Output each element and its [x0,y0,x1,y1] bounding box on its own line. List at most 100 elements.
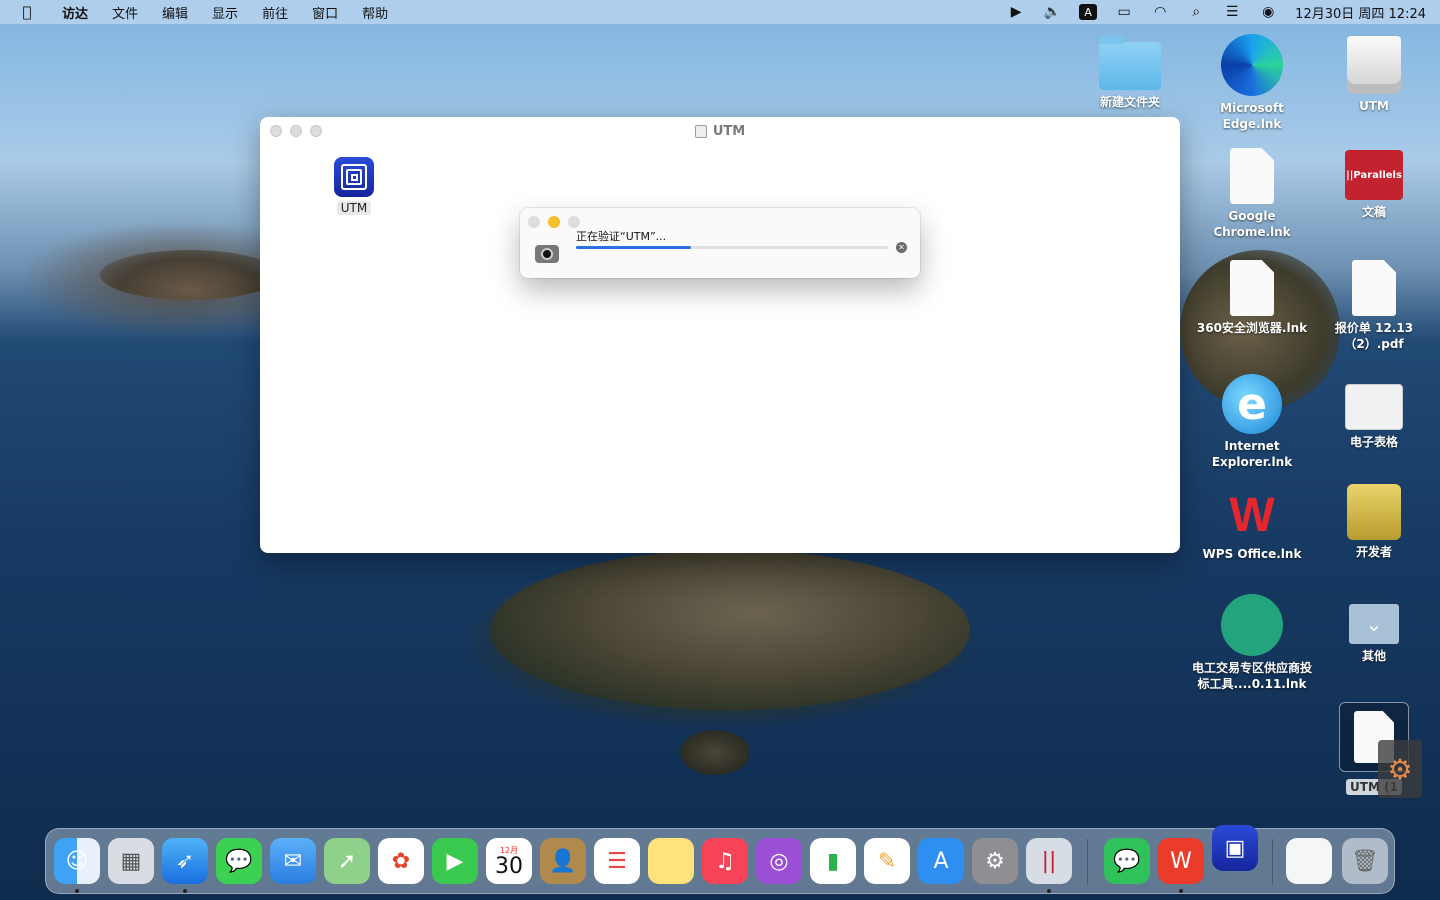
wallpaper-rock [680,730,750,775]
wps-icon: W [1229,488,1275,542]
dialog-zoom-button[interactable] [568,216,580,228]
trade-tool-icon [1221,594,1283,656]
desktop-label: 电工交易专区供应商投标工具....0.11.lnk [1192,661,1313,691]
wifi-icon[interactable]: ◠ [1151,4,1169,20]
desktop-label: 新建文件夹 [1099,95,1160,109]
menu-go[interactable]: 前往 [262,3,288,22]
battery-icon[interactable]: ▭ [1115,4,1133,20]
menu-clock[interactable]: 12月30日 周四 12:24 [1295,3,1426,22]
mail-icon[interactable]: ✉ [270,838,316,884]
podcasts-icon[interactable]: ◎ [756,838,802,884]
trash-icon[interactable]: 🗑 [1342,838,1388,884]
desktop-chrome[interactable]: Google Chrome.lnk [1192,148,1312,240]
desktop-label: 360安全浏览器.lnk [1196,321,1308,335]
calendar-day: 30 [495,853,523,879]
wallpaper-island-left [100,250,280,300]
menu-view[interactable]: 显示 [212,3,238,22]
menu-edit[interactable]: 编辑 [162,3,188,22]
desktop-label: Google Chrome.lnk [1213,209,1291,239]
desktop-parallels-docs[interactable]: ||Parallels 文稿 [1314,150,1434,220]
app-store-icon[interactable]: A [918,838,964,884]
reminders-icon[interactable]: ☰ [594,838,640,884]
desktop-label: 开发者 [1355,545,1392,559]
desktop-label: 文稿 [1361,205,1386,219]
desktop-label: 电子表格 [1349,435,1398,449]
desktop-label: WPS Office.lnk [1202,547,1302,561]
menu-file[interactable]: 文件 [112,3,138,22]
finder-window: UTM UTM [260,117,1180,553]
dock-separator [1272,839,1273,885]
siri-icon[interactable]: ◉ [1259,4,1277,20]
maps-icon[interactable]: ➚ [324,838,370,884]
utm-app-file[interactable]: UTM [328,157,380,216]
verify-progress-bar [576,246,888,249]
safari-icon[interactable]: ➶ [162,838,208,884]
finder-titlebar[interactable]: UTM [260,117,1180,145]
document-icon [1230,260,1274,316]
running-indicator [183,889,187,893]
desktop-wps[interactable]: W WPS Office.lnk [1192,488,1312,562]
utm-app-label: UTM [336,201,372,215]
dialog-minimize-button[interactable] [548,216,560,228]
parallels-desktop-icon[interactable]: || [1026,838,1072,884]
utm-app-icon[interactable] [334,157,374,197]
menu-window[interactable]: 窗口 [312,3,338,22]
volume-icon[interactable]: 🔈 [1043,4,1061,20]
desktop-other-stack[interactable]: ⌄ 其他 [1314,604,1434,664]
facetime-icon[interactable]: ▶ [432,838,478,884]
messages-icon[interactable]: 💬 [216,838,262,884]
numbers-icon[interactable]: ▮ [810,838,856,884]
desktop-label: UTM [1359,99,1389,113]
input-method-icon[interactable]: A [1079,4,1098,20]
desktop-developer[interactable]: 开发者 [1314,484,1434,560]
dialog-close-button[interactable] [528,216,540,228]
desktop-360-browser[interactable]: 360安全浏览器.lnk [1192,260,1312,336]
downloads-stack-icon[interactable] [1286,838,1332,884]
finder-icon[interactable]: ☺ [54,838,100,884]
calendar-icon[interactable]: 12月 30 [486,838,532,884]
utm-dock-icon[interactable]: ▣ [1212,825,1258,871]
window-title: UTM [260,124,1180,139]
developer-icon [1347,484,1401,540]
desktop-label: Internet Explorer.lnk [1211,439,1293,469]
desktop-utm-disk[interactable]: UTM [1314,36,1434,114]
chevron-down-icon: ⌄ [1349,604,1399,644]
gear-icon[interactable]: ⚙ [1378,740,1422,798]
cancel-verify-button[interactable]: ✕ [896,242,907,253]
wps-dock-icon[interactable]: W [1158,838,1204,884]
disk-image-icon [694,124,707,138]
system-preferences-icon[interactable]: ⚙ [972,838,1018,884]
menu-app-name[interactable]: 访达 [62,3,88,22]
wechat-icon[interactable]: 💬 [1104,838,1150,884]
spotlight-search-icon[interactable]: ⌕ [1187,4,1205,20]
dock: ☺ ▦ ➶ 💬 ✉ ➚ ✿ ▶ 12月 30 👤 ☰ ♫ ◎ ▮ ✎ A ⚙ |… [45,825,1395,894]
desktop-new-folder[interactable]: 新建文件夹 [1070,36,1190,110]
control-center-icon[interactable]: ☰ [1223,4,1241,20]
desktop-ie[interactable]: e Internet Explorer.lnk [1192,374,1312,470]
parallels-icon: ||Parallels [1345,150,1403,200]
music-icon[interactable]: ♫ [702,838,748,884]
notes-icon[interactable] [648,838,694,884]
desktop-label: 其他 [1361,649,1386,663]
photos-icon[interactable]: ✿ [378,838,424,884]
launchpad-icon[interactable]: ▦ [108,838,154,884]
contacts-icon[interactable]: 👤 [540,838,586,884]
edge-icon [1221,34,1283,96]
verify-progress-fill [576,246,692,249]
document-icon [1230,148,1274,204]
apple-menu-icon[interactable]:  [16,1,38,23]
spreadsheet-icon [1345,384,1403,430]
desktop-label: 报价单 12.13（2）.pdf [1334,321,1414,351]
desktop-spreadsheet[interactable]: 电子表格 [1314,384,1434,450]
disk-icon [1347,36,1401,94]
menu-help[interactable]: 帮助 [362,3,388,22]
desktop-label: Microsoft Edge.lnk [1220,101,1284,131]
desktop-quote-pdf[interactable]: 报价单 12.13（2）.pdf [1314,260,1434,352]
screen-record-icon[interactable]: ▶ [1007,4,1025,20]
menu-bar:  访达 文件 编辑 显示 前往 窗口 帮助 ▶ 🔈 A ▭ ◠ ⌕ ☰ ◉ 1… [0,0,1440,24]
pages-icon[interactable]: ✎ [864,838,910,884]
desktop-edge[interactable]: Microsoft Edge.lnk [1192,34,1312,132]
verify-dialog: 正在验证“UTM”... ✕ [520,208,920,278]
desktop-trade-tool[interactable]: 电工交易专区供应商投标工具....0.11.lnk [1192,594,1312,692]
wallpaper-island [490,550,970,710]
